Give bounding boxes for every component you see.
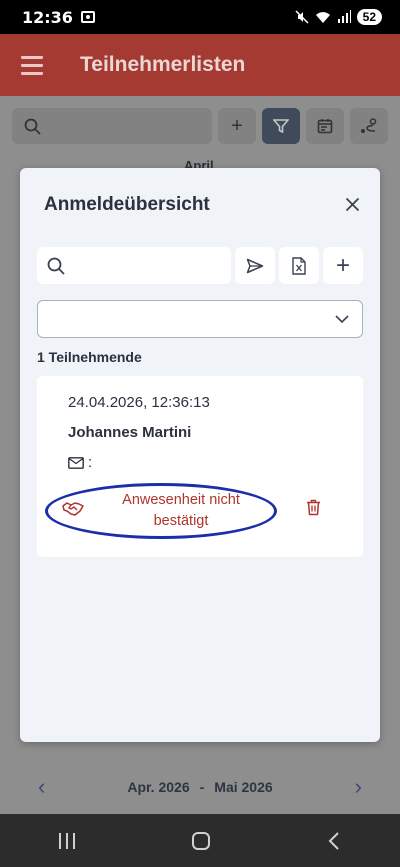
status-bar: 12:36 52 xyxy=(0,0,400,34)
mute-icon xyxy=(295,10,309,24)
add-participant-button[interactable]: + xyxy=(323,247,363,284)
search-input[interactable] xyxy=(73,257,231,274)
chevron-down-icon xyxy=(335,315,349,324)
background-route-button xyxy=(350,108,388,144)
background-range-separator: - xyxy=(199,779,205,795)
background-range-from: Apr. 2026 xyxy=(127,779,190,795)
filter-icon xyxy=(273,119,289,134)
close-button[interactable] xyxy=(340,192,364,216)
participant-email-row: : xyxy=(68,454,92,471)
participant-count: 1 Teilnehmende xyxy=(37,349,142,365)
participant-card: 24.04.2026, 12:36:13 Johannes Martini : … xyxy=(37,376,363,557)
registration-overview-dialog: Anmeldeübersicht + 1 Teilnehmende 24.04.… xyxy=(20,168,380,742)
dialog-title: Anmeldeübersicht xyxy=(44,194,210,215)
background-calendar-button xyxy=(306,108,344,144)
registration-timestamp: 24.04.2026, 12:36:13 xyxy=(68,394,210,411)
background-date-range: ‹ Apr. 2026 - Mai 2026 › xyxy=(0,770,400,804)
excel-export-button[interactable] xyxy=(279,247,319,284)
attendance-status-line2: bestätigt xyxy=(153,513,209,529)
participant-name: Johannes Martini xyxy=(68,424,192,441)
list-select[interactable] xyxy=(37,300,363,338)
send-icon xyxy=(246,258,264,273)
route-icon xyxy=(361,118,377,133)
recent-apps-icon[interactable] xyxy=(58,832,75,849)
home-icon[interactable] xyxy=(191,831,210,850)
add-icon: + xyxy=(335,251,350,279)
attendance-status: Anwesenheit nicht bestätigt xyxy=(94,490,268,532)
background-range-to: Mai 2026 xyxy=(214,779,273,795)
background-search-input xyxy=(12,108,212,144)
back-icon[interactable] xyxy=(327,831,341,851)
envelope-icon xyxy=(68,456,84,469)
attendance-toggle[interactable]: Anwesenheit nicht bestätigt xyxy=(45,483,277,539)
system-navigation-bar xyxy=(0,814,400,867)
background-toolbar: + xyxy=(12,108,388,144)
page-title: Teilnehmerlisten xyxy=(80,53,246,76)
calendar-icon xyxy=(317,119,333,134)
background-next-chevron-icon: › xyxy=(354,774,362,799)
wifi-icon xyxy=(315,12,330,23)
delete-participant-button[interactable] xyxy=(303,496,323,518)
screenshot-icon xyxy=(80,11,95,23)
search-icon xyxy=(47,257,65,275)
menu-icon[interactable] xyxy=(21,55,43,75)
excel-file-icon xyxy=(292,256,306,275)
background-filter-button xyxy=(262,108,300,144)
close-icon xyxy=(345,197,359,211)
send-button[interactable] xyxy=(235,247,275,284)
trash-icon xyxy=(306,499,320,515)
participant-email: : xyxy=(88,454,93,471)
background-prev-chevron-icon: ‹ xyxy=(38,774,46,799)
app-bar: Teilnehmerlisten xyxy=(0,34,400,96)
status-time: 12:36 xyxy=(22,7,73,27)
search-icon xyxy=(24,118,41,135)
attendance-status-line1: Anwesenheit nicht xyxy=(122,492,240,508)
status-icons: 52 xyxy=(295,9,382,25)
participant-search-field[interactable] xyxy=(37,247,231,284)
search-toolbar: + xyxy=(37,247,363,284)
background-add-button: + xyxy=(218,108,256,144)
handshake-icon xyxy=(62,502,84,516)
battery-indicator: 52 xyxy=(356,9,382,25)
signal-icon xyxy=(337,10,351,23)
